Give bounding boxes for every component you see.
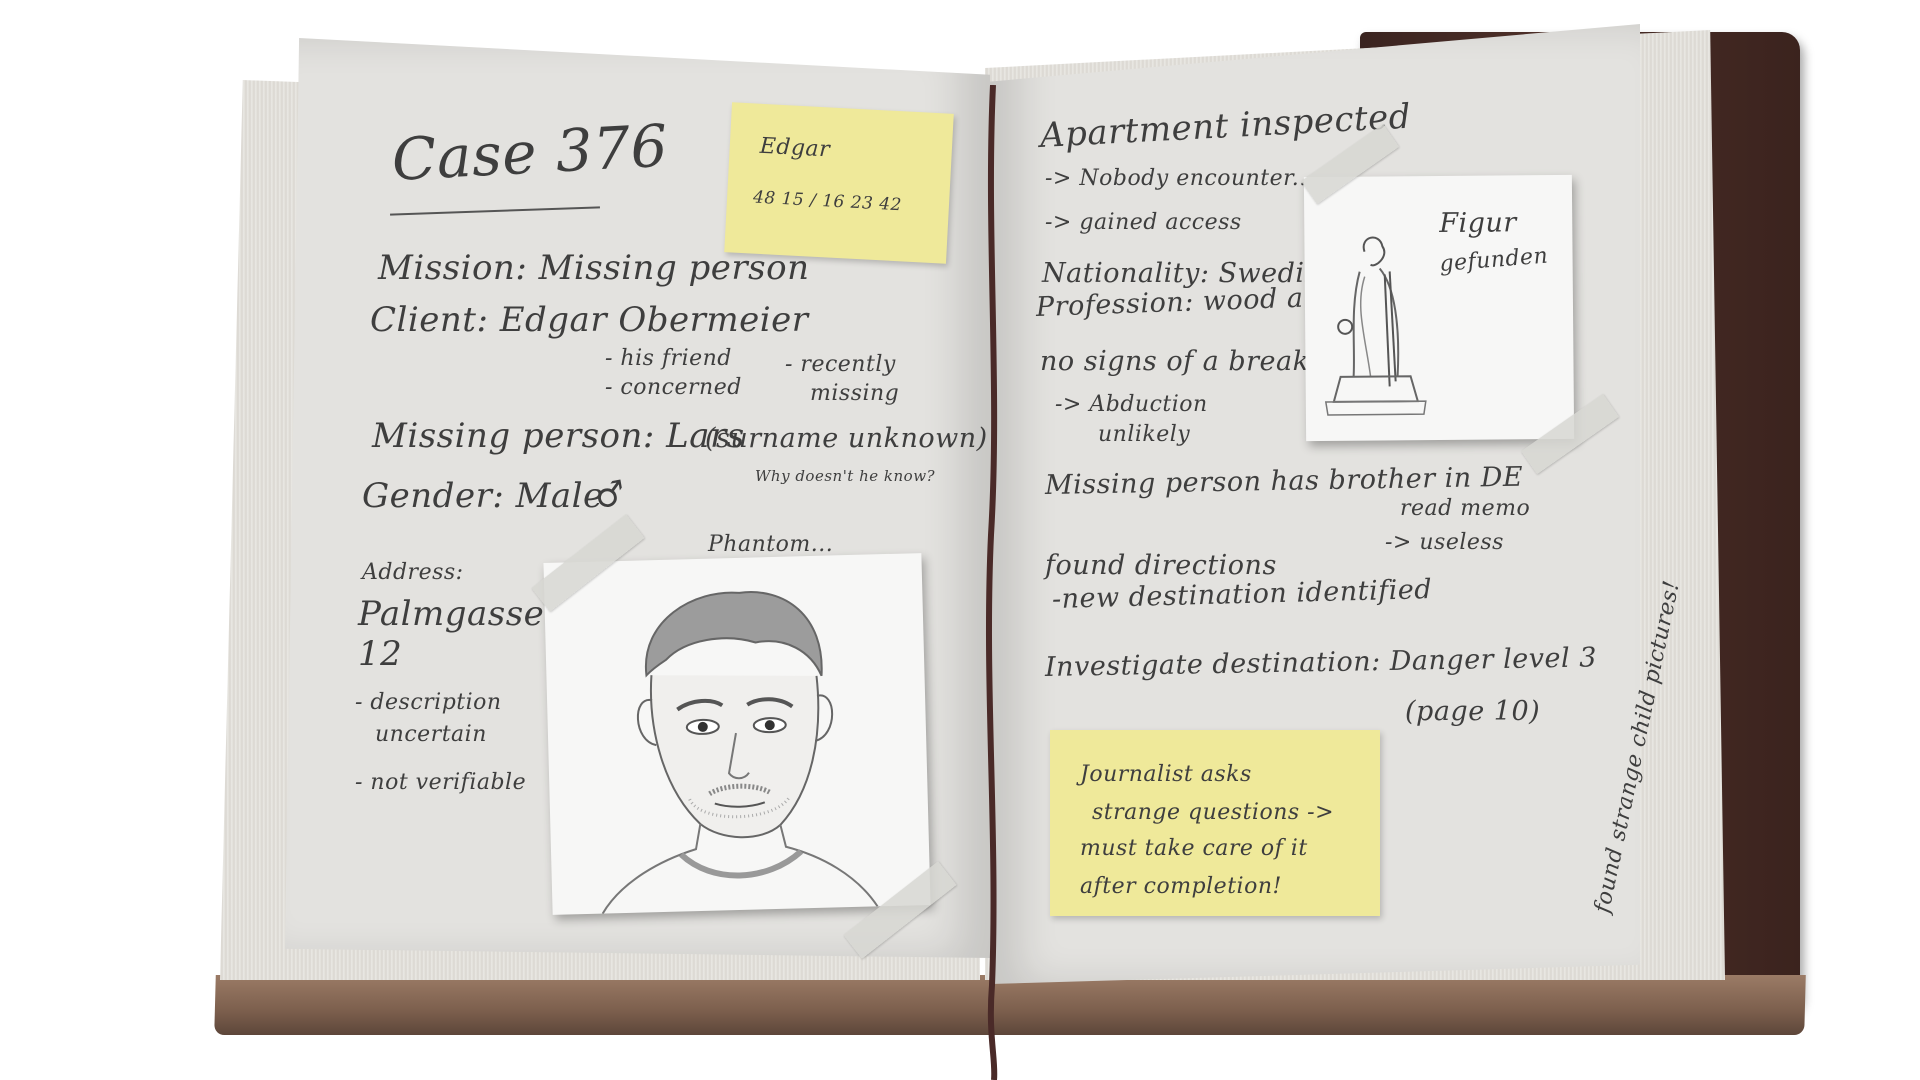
male-symbol-icon: ♂ [591, 472, 629, 518]
journalist-line-4: after completion! [1080, 874, 1282, 899]
client-line: Client: Edgar Obermeier [370, 300, 809, 340]
portrait-sketch-icon [601, 591, 879, 915]
figure-caption-1: Figur [1439, 207, 1517, 239]
client-note-2: - concerned [605, 375, 742, 400]
journalist-line-2: strange questions -> [1092, 800, 1335, 825]
surname-aside: Why doesn't he know? [755, 467, 936, 485]
mission-line: Mission: Missing person [378, 248, 810, 288]
journalist-line-3: must take care of it [1080, 836, 1308, 861]
address-line-1: Palmgasse [358, 594, 545, 634]
sticky-note-edgar[interactable]: Edgar 48 15 / 16 23 42 [724, 102, 954, 264]
book-base-cover [214, 975, 1806, 1035]
right-line-11: -> useless [1385, 530, 1504, 555]
client-note-1: - his friend [605, 346, 732, 371]
right-line-6: no signs of a break-in [1040, 346, 1346, 377]
right-line-12: found directions [1045, 550, 1277, 581]
address-note-1: - description [355, 690, 502, 715]
right-line-10: read memo [1400, 496, 1531, 521]
right-line-8: unlikely [1098, 422, 1191, 447]
case-title: Case 376 [390, 111, 670, 194]
figure-photo[interactable]: Figur gefunden [1303, 174, 1575, 442]
client-note-4: missing [810, 381, 900, 406]
portrait-photo[interactable] [543, 553, 931, 915]
sticky-edgar-number: 48 15 / 16 23 42 [752, 187, 903, 216]
surname-note: (surname unknown) [705, 423, 988, 454]
journalist-line-1: Journalist asks [1080, 762, 1252, 787]
bookmark-ribbon[interactable] [982, 85, 1004, 1080]
missing-person-line: Missing person: Lars [372, 416, 745, 456]
address-note-2: uncertain [375, 722, 487, 747]
address-note-3: - not verifiable [355, 770, 527, 795]
gender-line: Gender: Male [362, 476, 604, 516]
phantom-label: Phantom... [708, 532, 834, 557]
sticky-note-journalist[interactable]: Journalist asks strange questions -> mus… [1050, 730, 1380, 916]
address-line-2: 12 [358, 634, 403, 674]
right-line-3: -> gained access [1045, 210, 1242, 235]
sticky-edgar-name: Edgar [759, 133, 831, 163]
client-note-3: - recently [785, 352, 896, 377]
address-label: Address: [362, 560, 464, 585]
right-line-2: -> Nobody encounter... [1045, 166, 1315, 191]
right-line-15: (page 10) [1405, 696, 1541, 727]
right-line-7: -> Abduction [1055, 392, 1208, 417]
